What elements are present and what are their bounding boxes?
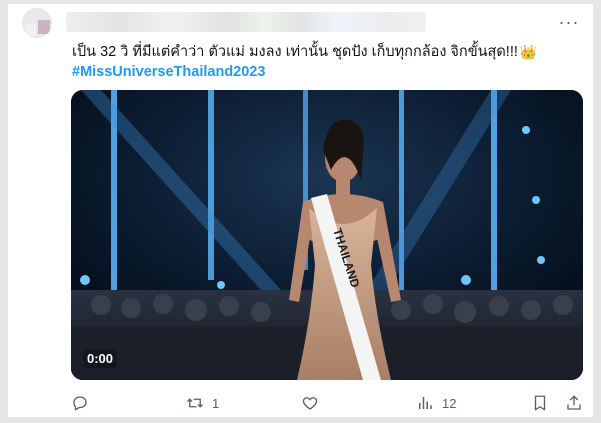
tweet-text-line: เป็น 32 วิ ที่มีแต่คำว่า ตัวแม่ มงลง เท่… bbox=[72, 42, 572, 62]
bookmark-button[interactable] bbox=[531, 394, 549, 412]
retweet-icon bbox=[187, 398, 203, 408]
like-button[interactable] bbox=[301, 394, 319, 412]
video-frame: THAILAND bbox=[71, 90, 583, 380]
share-button[interactable] bbox=[565, 394, 583, 412]
action-bar: 1 12 bbox=[71, 390, 583, 416]
tweet-header: ··· bbox=[22, 8, 582, 38]
page: ··· เป็น 32 วิ ที่มีแต่คำว่า ตัวแม่ มงลง… bbox=[0, 0, 601, 423]
reply-button[interactable] bbox=[71, 394, 89, 412]
views-count: 12 bbox=[442, 395, 457, 411]
retweet-button[interactable]: 1 bbox=[186, 394, 219, 412]
video-time: 0:00 bbox=[83, 349, 118, 368]
crown-emoji: 👑 bbox=[519, 44, 538, 60]
like-icon bbox=[302, 397, 318, 410]
more-icon[interactable]: ··· bbox=[556, 12, 582, 32]
video-player[interactable]: THAILAND 0:00 bbox=[71, 90, 583, 380]
views-button[interactable]: 12 bbox=[416, 394, 456, 412]
bookmark-icon bbox=[534, 395, 546, 411]
tweet-text-body: เป็น 32 วิ ที่มีแต่คำว่า ตัวแม่ มงลง เท่… bbox=[72, 44, 518, 60]
retweet-count: 1 bbox=[212, 395, 220, 411]
tweet-text: เป็น 32 วิ ที่มีแต่คำว่า ตัวแม่ มงลง เท่… bbox=[72, 42, 572, 82]
author-name-blurred bbox=[66, 12, 426, 32]
reply-icon bbox=[73, 396, 87, 411]
tweet-card: ··· เป็น 32 วิ ที่มีแต่คำว่า ตัวแม่ มงลง… bbox=[8, 4, 593, 417]
hashtag-link[interactable]: #MissUniverseThailand2023 bbox=[72, 62, 265, 82]
views-icon bbox=[419, 397, 432, 409]
avatar[interactable] bbox=[22, 8, 52, 38]
share-icon bbox=[567, 395, 581, 410]
